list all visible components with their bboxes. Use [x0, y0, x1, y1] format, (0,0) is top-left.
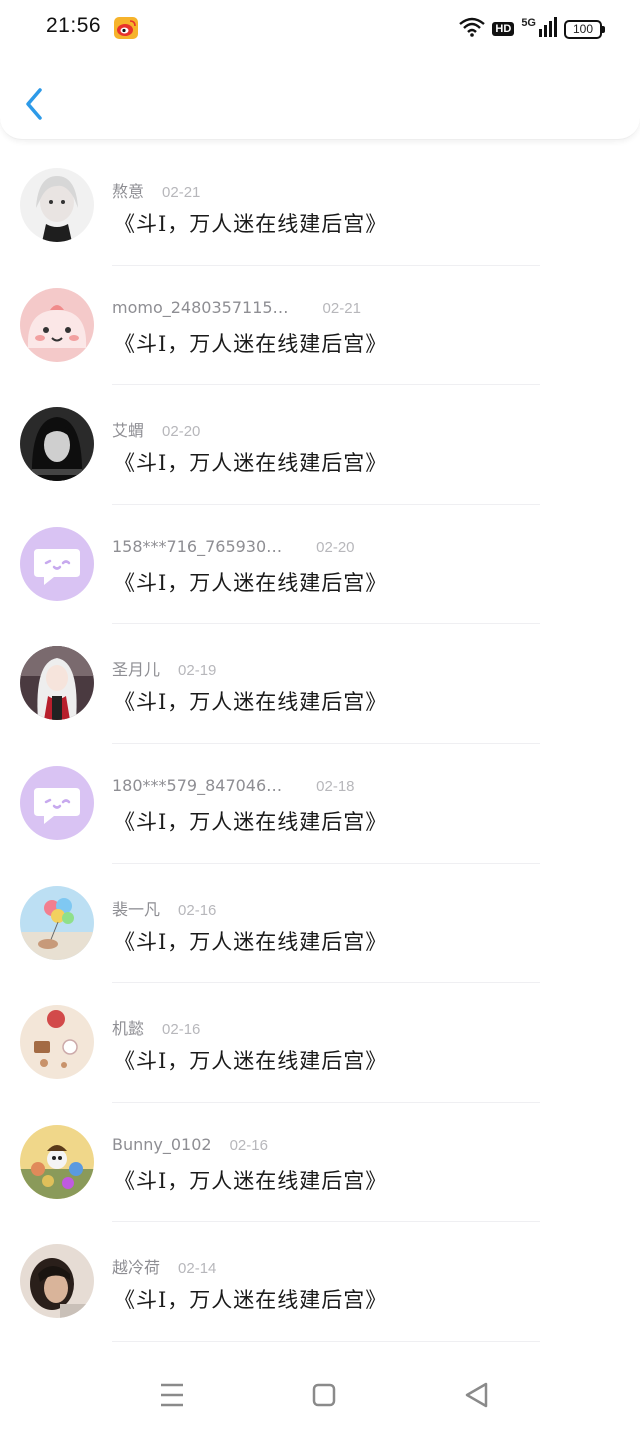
- chevron-left-icon: [26, 88, 42, 120]
- hd-badge: HD: [492, 22, 515, 36]
- comment-text: 《斗I，万人迷在线建后宫》: [114, 929, 388, 954]
- username[interactable]: 熬意: [112, 182, 144, 201]
- avatar[interactable]: [20, 526, 94, 601]
- menu-button[interactable]: [152, 1378, 192, 1412]
- status-icons: HD 5G 100: [459, 17, 605, 41]
- username[interactable]: momo_2480357115…: [112, 298, 289, 317]
- back-button[interactable]: [16, 82, 52, 126]
- username[interactable]: Bunny_0102: [112, 1135, 212, 1154]
- comment-date: 02-14: [178, 1260, 217, 1278]
- comment-meta: 158***716_765930… 02-20: [112, 537, 355, 559]
- username[interactable]: 圣月儿: [112, 660, 160, 679]
- comment-item[interactable]: 180***579_847046… 02-18 《斗I，万人迷在线建后宫》: [0, 744, 640, 864]
- system-back-button[interactable]: [456, 1378, 496, 1412]
- divider: [112, 1340, 540, 1342]
- avatar[interactable]: [20, 765, 94, 840]
- avatar[interactable]: [20, 407, 94, 482]
- signal-icon: [539, 17, 557, 41]
- comment-date: 02-16: [229, 1136, 268, 1154]
- avatar[interactable]: [20, 1124, 94, 1199]
- back-triangle-icon: [465, 1382, 488, 1408]
- comment-date: 02-16: [162, 1021, 201, 1039]
- avatar[interactable]: [20, 168, 94, 242]
- avatar[interactable]: [20, 287, 94, 362]
- username[interactable]: 裴一凡: [112, 900, 160, 919]
- comment-text: 《斗I，万人迷在线建后宫》: [114, 1288, 388, 1313]
- status-bar: 21:56 HD 5G 100: [0, 0, 640, 58]
- comment-meta: 艾蝟 02-20: [112, 417, 201, 441]
- comment-text: 《斗I，万人迷在线建后宫》: [114, 809, 388, 834]
- username[interactable]: 180***579_847046…: [112, 776, 282, 795]
- network-label: 5G: [521, 17, 536, 29]
- battery-indicator: 100: [564, 19, 605, 39]
- comment-item[interactable]: 艾蝟 02-20 《斗I，万人迷在线建后宫》: [0, 385, 640, 505]
- comment-text: 《斗I，万人迷在线建后宫》: [114, 570, 388, 595]
- avatar[interactable]: [20, 885, 94, 960]
- comment-meta: momo_2480357115… 02-21: [112, 298, 361, 320]
- username[interactable]: 艾蝟: [112, 421, 144, 440]
- comment-item[interactable]: momo_2480357115… 02-21 《斗I，万人迷在线建后宫》: [0, 266, 640, 386]
- home-button[interactable]: [304, 1378, 344, 1412]
- comment-meta: 裴一凡 02-16: [112, 896, 217, 919]
- comment-text: 《斗I，万人迷在线建后宫》: [114, 1049, 388, 1074]
- comment-meta: 机懿 02-16: [112, 1015, 201, 1039]
- comment-text: 《斗I，万人迷在线建后宫》: [114, 331, 388, 356]
- comment-text: 《斗I，万人迷在线建后宫》: [114, 1168, 388, 1193]
- comment-item[interactable]: 圣月儿 02-19 《斗I，万人迷在线建后宫》: [0, 624, 640, 744]
- comment-item[interactable]: Bunny_0102 02-16 《斗I，万人迷在线建后宫》: [0, 1103, 640, 1223]
- avatar[interactable]: [20, 1005, 94, 1080]
- avatar[interactable]: [20, 646, 94, 721]
- username[interactable]: 158***716_765930…: [112, 537, 282, 556]
- comment-date: 02-19: [178, 662, 217, 680]
- comment-item[interactable]: 机懿 02-16 《斗I，万人迷在线建后宫》: [0, 983, 640, 1103]
- comment-meta: 越冷荷 02-14: [112, 1254, 217, 1278]
- comment-text: 《斗I，万人迷在线建后宫》: [114, 690, 388, 715]
- comment-date: 02-21: [322, 299, 361, 317]
- comment-meta: 圣月儿 02-19: [112, 656, 217, 680]
- menu-icon: [161, 1383, 183, 1407]
- avatar[interactable]: [20, 1244, 94, 1319]
- comment-date: 02-20: [316, 538, 355, 556]
- comment-date: 02-18: [316, 777, 355, 795]
- system-nav-bar: [0, 1358, 640, 1433]
- comment-meta: 180***579_847046… 02-18: [112, 776, 355, 798]
- top-bar: 21:56 HD 5G 100: [0, 0, 640, 140]
- home-square-icon: [312, 1383, 336, 1407]
- comment-list: 熬意 02-21 《斗I，万人迷在线建后宫》 momo_2480357115… 02-2…: [0, 146, 640, 1342]
- comment-item[interactable]: 裴一凡 02-16 《斗I，万人迷在线建后宫》: [0, 864, 640, 984]
- comment-date: 02-21: [162, 184, 201, 201]
- weibo-icon: [114, 17, 138, 39]
- comment-item[interactable]: 158***716_765930… 02-20 《斗I，万人迷在线建后宫》: [0, 505, 640, 625]
- comment-text: 《斗I，万人迷在线建后宫》: [114, 212, 388, 236]
- comment-meta: Bunny_0102 02-16: [112, 1135, 268, 1157]
- comment-text: 《斗I，万人迷在线建后宫》: [114, 451, 388, 476]
- comment-date: 02-16: [178, 901, 217, 919]
- comment-item[interactable]: 越冷荷 02-14 《斗I，万人迷在线建后宫》: [0, 1222, 640, 1342]
- comment-item[interactable]: 熬意 02-21 《斗I，万人迷在线建后宫》: [0, 146, 640, 266]
- status-time: 21:56: [46, 14, 102, 37]
- comment-date: 02-20: [162, 423, 201, 441]
- username[interactable]: 越冷荷: [112, 1258, 160, 1277]
- username[interactable]: 机懿: [112, 1019, 144, 1038]
- comment-meta: 熬意 02-21: [112, 178, 201, 201]
- wifi-icon: [459, 17, 486, 41]
